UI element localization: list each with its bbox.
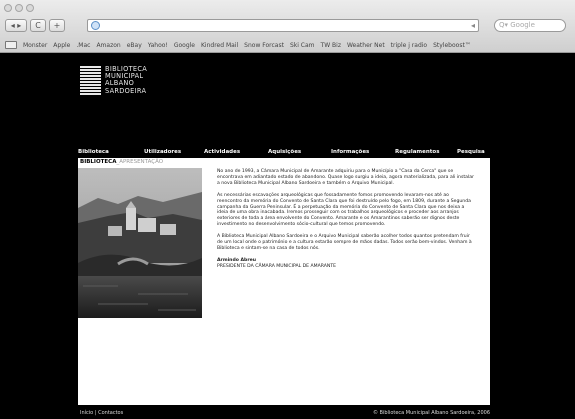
add-bookmark-button[interactable]: + — [49, 19, 65, 32]
signature-title: PRESIDENTE DA CÂMARA MUNICIPAL DE AMARAN… — [217, 263, 337, 269]
search-field[interactable]: Q▾ Google — [494, 19, 566, 32]
town-river-image — [78, 168, 202, 318]
main-menu: Biblioteca Utilizadores Actividades Aqui… — [78, 147, 490, 157]
footer-links[interactable]: Início | Contactos — [80, 410, 123, 416]
browser-chrome: ◂ ▸ C + ◂ Q▾ Google Monster Apple .Mac A… — [0, 0, 575, 53]
bookmark-item[interactable]: Ski Cam — [290, 42, 315, 49]
bookmark-item[interactable]: Weather Net — [347, 42, 385, 49]
bookmarks-book-icon[interactable] — [5, 41, 17, 49]
bookmark-item[interactable]: Kindred Mail — [201, 42, 238, 49]
rss-icon[interactable]: ◂ — [471, 20, 475, 31]
footer: Início | Contactos © Biblioteca Municipa… — [78, 410, 490, 418]
bookmark-item[interactable]: TW Biz — [321, 42, 341, 49]
bookmark-item[interactable]: Google — [174, 42, 195, 49]
presentation-text: No ano de 1993, a Câmara Municipal de Am… — [217, 169, 475, 270]
breadcrumb: BIBLIOTECA_APRESENTAÇÃO — [80, 159, 163, 166]
search-placeholder: Google — [510, 21, 535, 29]
content-panel: BIBLIOTECA_APRESENTAÇÃO No ano de 1993, … — [78, 158, 490, 405]
logo-line: SARDOEIRA — [105, 86, 147, 95]
logo-text: BIBLIOTECA MUNICIPAL ALBANO SARDOEIRA — [105, 65, 147, 95]
bookmark-item[interactable]: triple j radio — [391, 42, 427, 49]
paragraph: As necessárias escavações arqueológicas … — [217, 192, 471, 228]
bookmark-item[interactable]: Amazon — [96, 42, 120, 49]
menu-item-pesquisa[interactable]: Pesquisa — [457, 147, 490, 157]
window-controls — [4, 4, 34, 12]
search-icon: Q▾ — [499, 21, 511, 29]
bookmark-item[interactable]: .Mac — [76, 42, 90, 49]
site-logo[interactable]: BIBLIOTECA MUNICIPAL ALBANO SARDOEIRA — [80, 65, 147, 95]
breadcrumb-page: _APRESENTAÇÃO — [116, 159, 164, 165]
paragraph: No ano de 1993, a Câmara Municipal de Am… — [217, 169, 474, 186]
back-forward-button[interactable]: ◂ ▸ — [5, 19, 27, 32]
menu-item-informacoes[interactable]: Informações — [331, 147, 395, 157]
amarante-photo — [78, 168, 202, 318]
bookmark-item[interactable]: Styleboost™ — [433, 42, 471, 49]
reload-button[interactable]: C — [30, 19, 46, 32]
logo-mark-icon — [80, 66, 101, 95]
minimize-window-button[interactable] — [15, 4, 23, 12]
address-bar[interactable]: ◂ — [87, 19, 479, 32]
menu-item-aquisicoes[interactable]: Aquisições — [268, 147, 331, 157]
zoom-window-button[interactable] — [26, 4, 34, 12]
menu-item-actividades[interactable]: Actividades — [204, 147, 268, 157]
bookmark-item[interactable]: eBay — [127, 42, 142, 49]
web-page: BIBLIOTECA MUNICIPAL ALBANO SARDOEIRA Bi… — [0, 53, 575, 419]
bookmark-item[interactable]: Apple — [53, 42, 70, 49]
copyright-text: © Biblioteca Municipal Albano Sardoeira,… — [372, 410, 490, 416]
bookmark-item[interactable]: Snow Forcast — [244, 42, 284, 49]
bookmarks-bar: Monster Apple .Mac Amazon eBay Yahoo! Go… — [0, 38, 575, 52]
nav-buttons: ◂ ▸ C + — [5, 19, 65, 32]
breadcrumb-section[interactable]: BIBLIOTECA — [80, 159, 116, 165]
bookmark-item[interactable]: Yahoo! — [148, 42, 168, 49]
globe-icon — [91, 21, 100, 30]
menu-item-utilizadores[interactable]: Utilizadores — [144, 147, 204, 157]
paragraph: A Biblioteca Municipal Albano Sardoeira … — [217, 234, 472, 251]
menu-item-biblioteca[interactable]: Biblioteca — [78, 147, 144, 157]
close-window-button[interactable] — [4, 4, 12, 12]
menu-item-regulamentos[interactable]: Regulamentos — [395, 147, 457, 157]
bookmark-item[interactable]: Monster — [23, 42, 47, 49]
